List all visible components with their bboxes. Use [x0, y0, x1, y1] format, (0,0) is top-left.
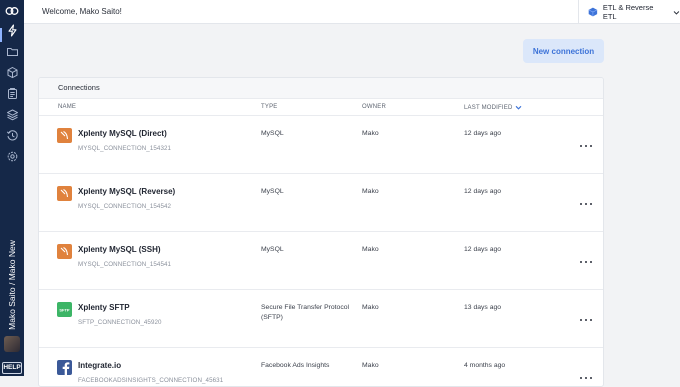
- settings-icon[interactable]: [6, 150, 19, 163]
- column-type[interactable]: TYPE: [261, 104, 277, 110]
- connections-table: Connections NAME TYPE OWNER LAST MODIFIE…: [38, 77, 604, 387]
- mysql-icon: [57, 244, 72, 259]
- table-row[interactable]: SFTP Xplenty SFTP SFTP_CONNECTION_45920 …: [39, 290, 603, 348]
- connection-id: MYSQL_CONNECTION_154542: [78, 203, 172, 210]
- table-row[interactable]: Xplenty MySQL (Direct) MYSQL_CONNECTION_…: [39, 116, 603, 174]
- lightning-icon[interactable]: [6, 24, 19, 37]
- connection-name[interactable]: Xplenty SFTP: [78, 303, 130, 312]
- environment-switcher[interactable]: ETL & Reverse ETL: [578, 0, 680, 24]
- more-options-icon[interactable]: [580, 201, 592, 207]
- sftp-icon: SFTP: [57, 302, 72, 317]
- facebook-icon: [57, 360, 72, 375]
- connection-owner: Mako: [362, 188, 379, 195]
- connection-type: Secure File Transfer Protocol (SFTP): [261, 304, 350, 321]
- connection-owner: Mako: [362, 362, 379, 369]
- connection-type: MySQL: [261, 130, 284, 137]
- connection-owner: Mako: [362, 130, 379, 137]
- mysql-icon: [57, 128, 72, 143]
- folder-icon[interactable]: [6, 45, 19, 58]
- connection-id: SFTP_CONNECTION_45920: [78, 319, 162, 326]
- more-options-icon[interactable]: [580, 317, 592, 323]
- more-options-icon[interactable]: [580, 143, 592, 149]
- connection-type: Facebook Ads Insights: [261, 362, 330, 369]
- connection-type: MySQL: [261, 246, 284, 253]
- logo-icon[interactable]: [5, 6, 19, 16]
- chevron-down-icon: [673, 10, 680, 15]
- column-owner[interactable]: OWNER: [362, 104, 386, 110]
- connection-id: MYSQL_CONNECTION_154541: [78, 261, 172, 268]
- connection-type: MySQL: [261, 188, 284, 195]
- mysql-icon: [57, 186, 72, 201]
- active-indicator: [0, 28, 2, 42]
- connection-modified: 12 days ago: [464, 246, 502, 253]
- environment-label: ETL & Reverse ETL: [602, 3, 654, 21]
- connection-modified: 13 days ago: [464, 304, 502, 311]
- top-bar: Welcome, Mako Saito! ETL & Reverse ETL: [24, 0, 680, 24]
- cube-icon: [588, 7, 598, 17]
- column-last-modified[interactable]: LAST MODIFIED: [464, 104, 522, 111]
- more-options-icon[interactable]: [580, 259, 592, 265]
- help-button[interactable]: HELP: [2, 362, 22, 374]
- sort-desc-icon: [515, 105, 521, 110]
- connection-name[interactable]: Integrate.io: [78, 361, 121, 370]
- table-row[interactable]: Xplenty MySQL (Reverse) MYSQL_CONNECTION…: [39, 174, 603, 232]
- connection-name[interactable]: Xplenty MySQL (SSH): [78, 245, 161, 254]
- avatar[interactable]: [4, 336, 20, 352]
- connections-title: Connections: [39, 78, 603, 99]
- connection-owner: Mako: [362, 304, 379, 311]
- connection-id: FACEBOOKADSINSIGHTS_CONNECTION_45631: [78, 377, 224, 384]
- table-row[interactable]: Integrate.io FACEBOOKADSINSIGHTS_CONNECT…: [39, 348, 603, 386]
- nav-rail: Mako Saito / Mako New HELP: [0, 0, 24, 376]
- table-row[interactable]: Xplenty MySQL (SSH) MYSQL_CONNECTION_154…: [39, 232, 603, 290]
- new-connection-button[interactable]: New connection: [523, 39, 604, 63]
- connection-modified: 12 days ago: [464, 188, 502, 195]
- connection-modified: 12 days ago: [464, 130, 502, 137]
- connection-name[interactable]: Xplenty MySQL (Reverse): [78, 187, 175, 196]
- layers-icon[interactable]: [6, 108, 19, 121]
- package-icon[interactable]: [6, 66, 19, 79]
- connection-name[interactable]: Xplenty MySQL (Direct): [78, 129, 167, 138]
- clipboard-icon[interactable]: [6, 87, 19, 100]
- connection-modified: 4 months ago: [464, 362, 506, 369]
- history-icon[interactable]: [6, 129, 19, 142]
- connection-owner: Mako: [362, 246, 379, 253]
- sftp-icon-text: SFTP: [59, 307, 70, 312]
- user-account-text: Mako Saito / Mako New: [7, 240, 18, 330]
- connection-id: MYSQL_CONNECTION_154321: [78, 145, 172, 152]
- column-last-modified-label: LAST MODIFIED: [464, 105, 513, 111]
- table-header: NAME TYPE OWNER LAST MODIFIED: [39, 99, 603, 116]
- column-name[interactable]: NAME: [58, 104, 76, 110]
- user-account-label[interactable]: Mako Saito / Mako New: [2, 240, 22, 330]
- welcome-message: Welcome, Mako Saito!: [42, 7, 122, 16]
